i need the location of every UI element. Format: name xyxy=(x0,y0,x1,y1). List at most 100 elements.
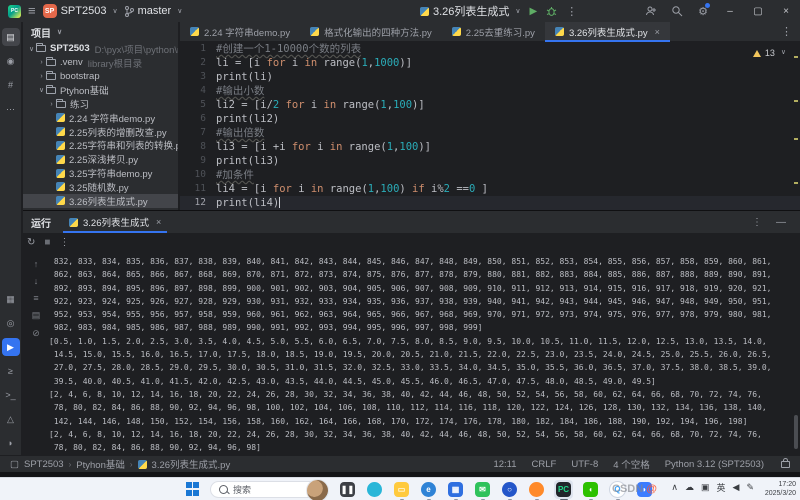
start-button[interactable] xyxy=(186,482,200,496)
file-explorer-icon[interactable]: ▭ xyxy=(392,480,411,499)
code-line[interactable]: 2li = [i for i in range(1,1000)] xyxy=(180,56,800,70)
microsoft-store-icon[interactable]: ▦ xyxy=(446,480,465,499)
more-vertical-icon[interactable]: ⋮ xyxy=(752,217,762,228)
more-actions-icon[interactable]: ⋮ xyxy=(566,5,577,18)
run-button[interactable]: ▶ xyxy=(530,6,538,17)
problems-icon[interactable]: △ xyxy=(2,410,20,428)
tree-item[interactable]: 3.26列表生成式.py xyxy=(23,194,178,208)
console-line[interactable]: [2, 4, 6, 8, 10, 12, 14, 16, 18, 20, 22,… xyxy=(49,388,790,401)
tree-item[interactable]: 2.25字符串和列表的转换.py xyxy=(23,139,178,153)
tree-chevron-icon[interactable]: › xyxy=(47,101,56,108)
console-output[interactable]: 832, 833, 834, 835, 836, 837, 838, 839, … xyxy=(49,255,790,453)
add-user-icon[interactable] xyxy=(638,0,664,22)
stop-icon[interactable]: ■ xyxy=(44,237,50,248)
console-line[interactable]: 952, 953, 954, 955, 956, 957, 958, 959, … xyxy=(49,308,790,321)
settings-gear-icon[interactable]: ⚙ xyxy=(690,0,716,22)
console-line[interactable]: 982, 983, 984, 985, 986, 987, 988, 989, … xyxy=(49,321,790,334)
tree-chevron-icon[interactable]: › xyxy=(37,59,46,66)
tree-chevron-icon[interactable]: ∨ xyxy=(27,45,36,53)
console-line[interactable]: 862, 863, 864, 865, 866, 867, 868, 869, … xyxy=(49,268,790,281)
scroll-bottom-icon[interactable]: ↓ xyxy=(34,276,39,286)
search-everywhere-icon[interactable] xyxy=(664,0,690,22)
security-icon[interactable]: ▣ xyxy=(701,482,710,493)
input-language-indicator[interactable]: 英 xyxy=(717,481,726,494)
run-tab[interactable]: 3.26列表生成式 × xyxy=(61,211,169,233)
code-line[interactable]: 12print(li4) xyxy=(180,196,800,210)
status-item[interactable]: CRLF xyxy=(532,459,557,470)
code-line[interactable]: 9print(li3) xyxy=(180,154,800,168)
code-line[interactable]: 4#输出小数 xyxy=(180,84,800,98)
tree-item[interactable]: 3.25随机数.py xyxy=(23,180,178,194)
taskbar-search[interactable]: 搜索 xyxy=(210,481,328,498)
code-line[interactable]: 10#加条件 xyxy=(180,168,800,182)
editor-tab[interactable]: 3.26列表生成式.py× xyxy=(545,22,670,41)
pen-icon[interactable]: ✎ xyxy=(746,482,754,493)
hidden-icons-chevron[interactable]: ∧ xyxy=(671,482,678,493)
print-icon[interactable]: ▤ xyxy=(32,310,41,321)
tree-item[interactable]: ›.venvlibrary根目录 xyxy=(23,56,178,70)
notifications-icon[interactable]: ◗ xyxy=(2,434,20,452)
tree-item[interactable]: 2.25列表的增删改查.py xyxy=(23,125,178,139)
console-line[interactable]: 78, 80, 82, 84, 86, 88, 90, 92, 94, 96, … xyxy=(49,441,790,453)
tab-options-icon[interactable]: ⋮ xyxy=(781,22,800,41)
console-line[interactable]: 832, 833, 834, 835, 836, 837, 838, 839, … xyxy=(49,255,790,268)
maximize-button[interactable]: ▢ xyxy=(744,0,772,22)
code-line[interactable]: 3print(li) xyxy=(180,70,800,84)
structure-icon[interactable]: # xyxy=(2,76,20,94)
mail-icon[interactable]: ✉ xyxy=(473,480,492,499)
run-configuration-select[interactable]: 3.26列表生成式 ∨ xyxy=(420,3,521,19)
pycharm-icon[interactable]: PC xyxy=(554,480,573,499)
console-line[interactable]: 142, 144, 146, 148, 150, 152, 154, 156, … xyxy=(49,415,790,428)
tree-item[interactable]: ∨Ptyhon基础 xyxy=(23,83,178,97)
vcs-branch-widget[interactable]: master ∨ xyxy=(125,5,183,17)
cloud-icon[interactable]: ☁ xyxy=(685,482,694,493)
breadcrumb[interactable]: Ptyhon基础 xyxy=(76,457,125,471)
scroll-top-icon[interactable]: ↑ xyxy=(34,259,39,269)
code-line[interactable]: 8li3 = [i +i for i in range(1,100)] xyxy=(180,140,800,154)
console-line[interactable]: 922, 923, 924, 925, 926, 927, 928, 929, … xyxy=(49,295,790,308)
tree-chevron-icon[interactable]: ∨ xyxy=(37,86,46,94)
editor-tab[interactable]: 2.25去重练习.py xyxy=(442,22,545,41)
status-item[interactable]: 12:11 xyxy=(493,459,516,470)
code-line[interactable]: 6print(li2) xyxy=(180,112,800,126)
tree-item[interactable]: ›bootstrap xyxy=(23,70,178,84)
hide-panel-icon[interactable]: — xyxy=(776,217,786,228)
lock-icon[interactable] xyxy=(781,461,790,468)
chevron-down-icon[interactable]: ∨ xyxy=(57,28,62,36)
terminal-icon[interactable]: >_ xyxy=(2,386,20,404)
close-tab-icon[interactable]: × xyxy=(156,217,161,227)
project-widget[interactable]: SP SPT2503 ∨ xyxy=(43,4,118,18)
code-line[interactable]: 1#创建一个1-10000个数的列表 xyxy=(180,42,800,56)
wechat-icon[interactable]: ◖ xyxy=(581,480,600,499)
tree-item[interactable]: ›练习 xyxy=(23,97,178,111)
edge-icon[interactable]: e xyxy=(419,480,438,499)
python-packages-icon[interactable]: ▦ xyxy=(2,290,20,308)
breadcrumb[interactable]: 3.26列表生成式.py xyxy=(152,457,231,471)
tree-item[interactable]: 3.25字符串demo.py xyxy=(23,166,178,180)
tree-chevron-icon[interactable]: › xyxy=(37,73,46,80)
task-view-icon[interactable]: ❚❚ xyxy=(338,480,357,499)
console-line[interactable]: 27.0, 27.5, 28.0, 28.5, 29.0, 29.5, 30.0… xyxy=(49,361,790,374)
commit-icon[interactable]: ◉ xyxy=(2,52,20,70)
status-item[interactable]: Python 3.12 (SPT2503) xyxy=(665,459,764,470)
editor[interactable]: 1#创建一个1-10000个数的列表2li = [i for i in rang… xyxy=(180,42,800,210)
console-line[interactable]: [2, 4, 6, 8, 10, 12, 14, 16, 18, 20, 22,… xyxy=(49,428,790,441)
scrollbar-thumb[interactable] xyxy=(794,415,798,449)
debug-icon[interactable]: ◎ xyxy=(2,314,20,332)
clock-app-icon[interactable]: ○ xyxy=(500,480,519,499)
clear-output-icon[interactable]: ⊘ xyxy=(32,328,40,339)
tree-item[interactable]: ∨SPT2503D:\pyx\项目\python\myflaskd xyxy=(23,42,178,56)
status-item[interactable]: UTF-8 xyxy=(571,459,598,470)
firefox-icon[interactable] xyxy=(527,480,546,499)
project-icon[interactable]: ▤ xyxy=(2,28,20,46)
more-tools-icon[interactable]: ⋯ xyxy=(2,100,20,118)
tree-item[interactable]: 2.24 字符串demo.py xyxy=(23,111,178,125)
minimize-button[interactable]: – xyxy=(716,0,744,22)
run-icon[interactable]: ▶ xyxy=(2,338,20,356)
code-line[interactable]: 7#输出倍数 xyxy=(180,126,800,140)
volume-icon[interactable]: ◀ xyxy=(733,482,740,493)
breadcrumb[interactable]: SPT2503 xyxy=(24,459,64,470)
inspections-widget[interactable]: 13 ∨ xyxy=(753,46,786,60)
browser-360-icon[interactable] xyxy=(365,480,384,499)
console-line[interactable]: 78, 80, 82, 84, 86, 88, 90, 92, 94, 96, … xyxy=(49,401,790,414)
